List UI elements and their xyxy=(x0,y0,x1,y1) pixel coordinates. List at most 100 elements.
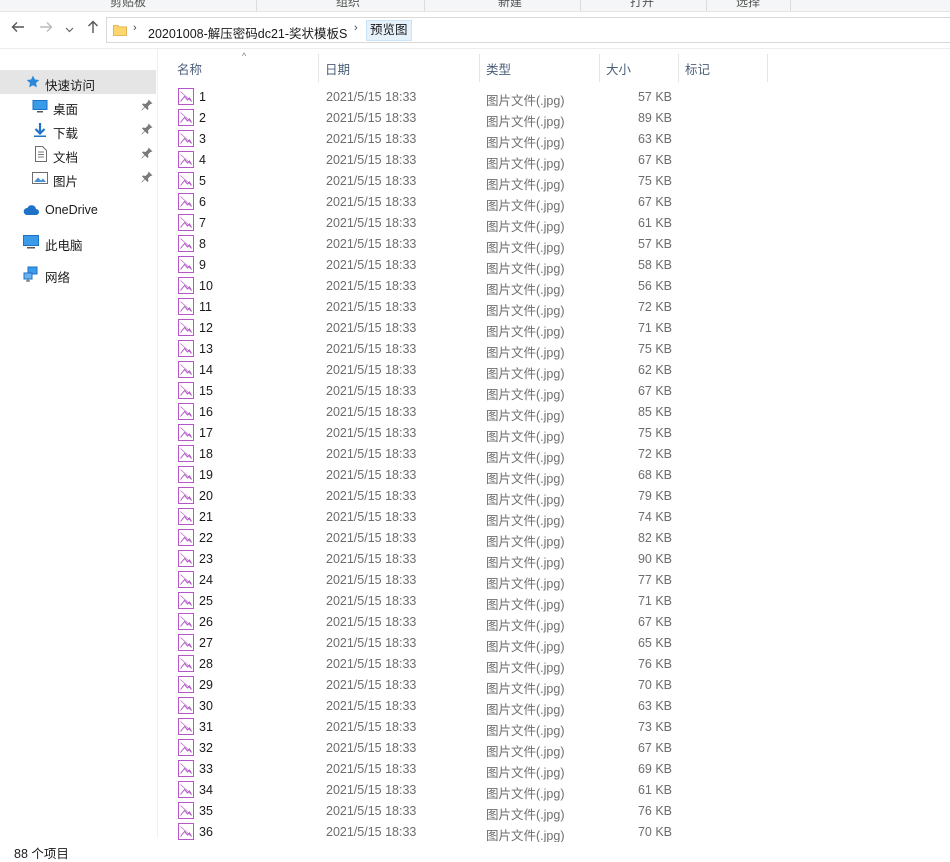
breadcrumb-current-folder[interactable]: 预览图 xyxy=(366,20,412,41)
nav-item-this-pc[interactable]: 此电脑 xyxy=(0,230,156,254)
file-size: 67 KB xyxy=(637,741,672,755)
file-row[interactable]: 22 2021/5/15 18:33 图片文件(.jpg) 82 KB xyxy=(158,527,950,549)
file-row[interactable]: 20 2021/5/15 18:33 图片文件(.jpg) 79 KB xyxy=(158,485,950,507)
file-row[interactable]: 3 2021/5/15 18:33 图片文件(.jpg) 63 KB xyxy=(158,128,950,150)
column-header-date[interactable]: 日期 xyxy=(325,59,350,78)
file-date: 2021/5/15 18:33 xyxy=(326,489,417,503)
image-file-icon xyxy=(178,697,194,714)
file-size: 61 KB xyxy=(637,783,672,797)
pin-icon[interactable] xyxy=(140,170,154,184)
file-row[interactable]: 27 2021/5/15 18:33 图片文件(.jpg) 65 KB xyxy=(158,632,950,654)
file-type: 图片文件(.jpg) xyxy=(486,829,565,842)
file-row[interactable]: 16 2021/5/15 18:33 图片文件(.jpg) 85 KB xyxy=(158,401,950,423)
file-row[interactable]: 10 2021/5/15 18:33 图片文件(.jpg) 56 KB xyxy=(158,275,950,297)
pin-icon[interactable] xyxy=(140,122,154,136)
file-row[interactable]: 33 2021/5/15 18:33 图片文件(.jpg) 69 KB xyxy=(158,758,950,780)
file-name: 35 xyxy=(199,804,213,818)
file-row[interactable]: 9 2021/5/15 18:33 图片文件(.jpg) 58 KB xyxy=(158,254,950,276)
file-row[interactable]: 13 2021/5/15 18:33 图片文件(.jpg) 75 KB xyxy=(158,338,950,360)
file-date: 2021/5/15 18:33 xyxy=(326,741,417,755)
file-size: 62 KB xyxy=(637,363,672,377)
file-row[interactable]: 19 2021/5/15 18:33 图片文件(.jpg) 68 KB xyxy=(158,464,950,486)
file-row[interactable]: 24 2021/5/15 18:33 图片文件(.jpg) 77 KB xyxy=(158,569,950,591)
nav-item-downloads[interactable]: 下载 xyxy=(0,118,156,142)
nav-item-documents[interactable]: 文档 xyxy=(0,142,156,166)
file-row[interactable]: 29 2021/5/15 18:33 图片文件(.jpg) 70 KB xyxy=(158,674,950,696)
file-row[interactable]: 26 2021/5/15 18:33 图片文件(.jpg) 67 KB xyxy=(158,611,950,633)
pin-icon[interactable] xyxy=(140,146,154,160)
file-row[interactable]: 35 2021/5/15 18:33 图片文件(.jpg) 76 KB xyxy=(158,800,950,822)
pin-icon[interactable] xyxy=(140,98,154,112)
file-size: 69 KB xyxy=(637,762,672,776)
breadcrumb-parent-folder[interactable]: 20201008-解压密码dc21-奖状模板S xyxy=(148,23,347,42)
sort-ascending-icon: ^ xyxy=(242,51,247,61)
file-date: 2021/5/15 18:33 xyxy=(326,342,417,356)
file-date: 2021/5/15 18:33 xyxy=(326,636,417,650)
ribbon-divider xyxy=(706,0,707,11)
file-row[interactable]: 30 2021/5/15 18:33 图片文件(.jpg) 63 KB xyxy=(158,695,950,717)
file-row[interactable]: 25 2021/5/15 18:33 图片文件(.jpg) 71 KB xyxy=(158,590,950,612)
file-row[interactable]: 5 2021/5/15 18:33 图片文件(.jpg) 75 KB xyxy=(158,170,950,192)
file-date: 2021/5/15 18:33 xyxy=(326,468,417,482)
nav-label: OneDrive xyxy=(45,203,98,217)
file-row[interactable]: 32 2021/5/15 18:33 图片文件(.jpg) 67 KB xyxy=(158,737,950,759)
image-file-icon xyxy=(178,235,194,252)
file-row[interactable]: 31 2021/5/15 18:33 图片文件(.jpg) 73 KB xyxy=(158,716,950,738)
image-file-icon xyxy=(178,487,194,504)
file-name: 13 xyxy=(199,342,213,356)
column-header-name[interactable]: 名称 xyxy=(177,59,202,78)
nav-item-network[interactable]: 网络 xyxy=(0,262,156,286)
nav-item-onedrive[interactable]: OneDrive xyxy=(0,198,156,222)
file-size: 75 KB xyxy=(637,426,672,440)
nav-item-desktop[interactable]: 桌面 xyxy=(0,94,156,118)
nav-item-quick-access[interactable]: 快速访问 xyxy=(0,70,156,94)
file-row[interactable]: 34 2021/5/15 18:33 图片文件(.jpg) 61 KB xyxy=(158,779,950,801)
back-button[interactable] xyxy=(8,20,28,40)
file-date: 2021/5/15 18:33 xyxy=(326,195,417,209)
file-row[interactable]: 28 2021/5/15 18:33 图片文件(.jpg) 76 KB xyxy=(158,653,950,675)
file-row[interactable]: 23 2021/5/15 18:33 图片文件(.jpg) 90 KB xyxy=(158,548,950,570)
forward-button[interactable] xyxy=(36,20,56,40)
column-header-type[interactable]: 类型 xyxy=(486,59,511,78)
file-row[interactable]: 17 2021/5/15 18:33 图片文件(.jpg) 75 KB xyxy=(158,422,950,444)
up-button[interactable] xyxy=(83,20,103,40)
file-row[interactable]: 4 2021/5/15 18:33 图片文件(.jpg) 67 KB xyxy=(158,149,950,171)
column-divider[interactable] xyxy=(479,54,480,82)
column-divider[interactable] xyxy=(767,54,768,82)
nav-label: 文档 xyxy=(53,151,79,165)
file-row[interactable]: 14 2021/5/15 18:33 图片文件(.jpg) 62 KB xyxy=(158,359,950,381)
file-name: 2 xyxy=(199,111,206,125)
file-row[interactable]: 36 2021/5/15 18:33 图片文件(.jpg) 70 KB xyxy=(158,821,950,842)
file-row[interactable]: 15 2021/5/15 18:33 图片文件(.jpg) 67 KB xyxy=(158,380,950,402)
image-file-icon xyxy=(178,655,194,672)
nav-item-pictures[interactable]: 图片 xyxy=(0,166,156,190)
file-row[interactable]: 11 2021/5/15 18:33 图片文件(.jpg) 72 KB xyxy=(158,296,950,318)
column-header-size[interactable]: 大小 xyxy=(606,59,631,78)
nav-label: 下载 xyxy=(53,127,79,141)
column-divider[interactable] xyxy=(599,54,600,82)
image-file-icon xyxy=(178,571,194,588)
column-header-tags[interactable]: 标记 xyxy=(685,59,710,78)
file-date: 2021/5/15 18:33 xyxy=(326,573,417,587)
image-file-icon xyxy=(178,613,194,630)
file-row[interactable]: 12 2021/5/15 18:33 图片文件(.jpg) 71 KB xyxy=(158,317,950,339)
download-icon xyxy=(34,123,46,137)
file-row[interactable]: 2 2021/5/15 18:33 图片文件(.jpg) 89 KB xyxy=(158,107,950,129)
file-row[interactable]: 21 2021/5/15 18:33 图片文件(.jpg) 74 KB xyxy=(158,506,950,528)
file-size: 90 KB xyxy=(637,552,672,566)
file-row[interactable]: 18 2021/5/15 18:33 图片文件(.jpg) 72 KB xyxy=(158,443,950,465)
file-row[interactable]: 7 2021/5/15 18:33 图片文件(.jpg) 61 KB xyxy=(158,212,950,234)
image-file-icon xyxy=(178,802,194,819)
file-row[interactable]: 8 2021/5/15 18:33 图片文件(.jpg) 57 KB xyxy=(158,233,950,255)
file-row[interactable]: 6 2021/5/15 18:33 图片文件(.jpg) 67 KB xyxy=(158,191,950,213)
file-row[interactable]: 1 2021/5/15 18:33 图片文件(.jpg) 57 KB xyxy=(158,86,950,108)
column-divider[interactable] xyxy=(678,54,679,82)
file-name: 33 xyxy=(199,762,213,776)
file-date: 2021/5/15 18:33 xyxy=(326,699,417,713)
breadcrumb-chevron-icon: › xyxy=(133,22,137,34)
recent-locations-button[interactable] xyxy=(62,20,76,40)
image-file-icon xyxy=(178,109,194,126)
address-bar[interactable]: › 20201008-解压密码dc21-奖状模板S › 预览图 xyxy=(106,17,950,43)
file-name: 9 xyxy=(199,258,206,272)
column-divider[interactable] xyxy=(318,54,319,82)
